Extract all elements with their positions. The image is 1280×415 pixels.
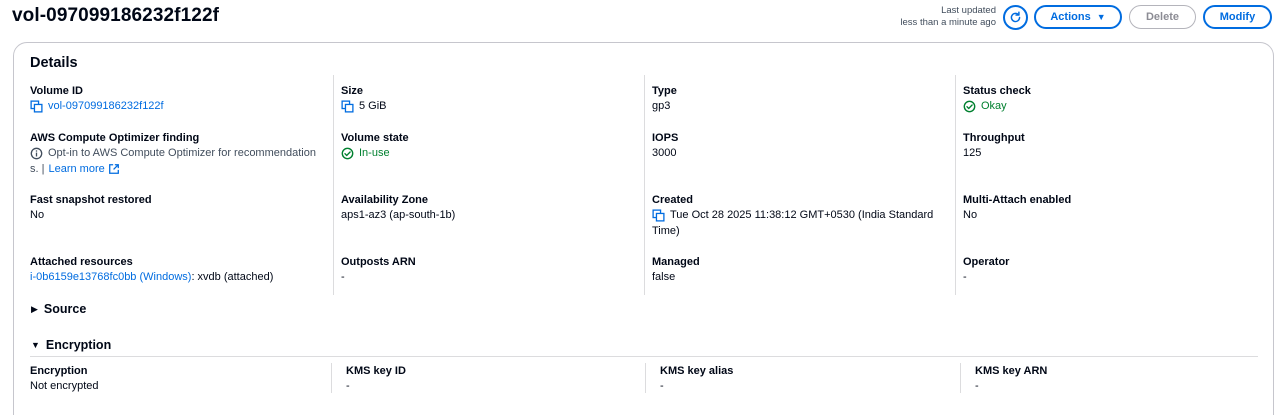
operator-label: Operator (963, 256, 1010, 268)
info-icon (30, 147, 44, 161)
kms-key-arn-field: KMS key ARN - (975, 364, 1275, 395)
copy-icon[interactable] (652, 209, 666, 223)
source-toggle[interactable]: ▶ Source (31, 302, 86, 316)
column-divider (644, 75, 645, 295)
managed-value: false (652, 271, 676, 283)
encryption-label: Encryption (30, 365, 88, 377)
status-check-value: Okay (981, 100, 1007, 112)
refresh-button[interactable] (1003, 5, 1028, 30)
column-divider (331, 363, 332, 393)
type-label: Type (652, 85, 677, 97)
check-circle-icon (341, 147, 355, 161)
availability-zone-label: Availability Zone (341, 194, 429, 206)
optimizer-value-line2: s. | (30, 162, 45, 175)
volume-id-field: Volume ID vol-097099186232f122f (30, 84, 330, 115)
size-value: 5 GiB (359, 100, 387, 112)
last-updated-value: less than a minute ago (900, 17, 996, 28)
encryption-toggle[interactable]: ▼ Encryption (31, 338, 111, 352)
multi-attach-field: Multi-Attach enabled No (963, 193, 1263, 224)
attached-resources-field: Attached resources i-0b6159e13768fc0bb (… (30, 255, 330, 286)
outposts-arn-field: Outposts ARN - (341, 255, 641, 286)
copy-icon[interactable] (30, 100, 44, 114)
encryption-divider (30, 356, 1258, 357)
actions-button[interactable]: Actions ▼ (1034, 5, 1122, 29)
created-field: Created Tue Oct 28 2025 11:38:12 GMT+053… (652, 193, 948, 239)
availability-zone-field: Availability Zone aps1-az3 (ap-south-1b) (341, 193, 641, 224)
throughput-value: 125 (963, 147, 982, 159)
optimizer-label: AWS Compute Optimizer finding (30, 132, 200, 144)
page-title: vol-097099186232f122f (12, 5, 220, 26)
column-divider (955, 75, 956, 295)
attached-device: : xvdb (attached) (191, 271, 274, 283)
kms-key-arn-label: KMS key ARN (975, 365, 1048, 377)
external-link-icon[interactable] (108, 163, 122, 177)
learn-more-link[interactable]: Learn more (48, 162, 104, 178)
status-check-label: Status check (963, 85, 1031, 97)
type-field: Type gp3 (652, 84, 952, 115)
encryption-value: Not encrypted (30, 380, 99, 392)
outposts-arn-label: Outposts ARN (341, 256, 416, 268)
managed-label: Managed (652, 256, 700, 268)
size-field: Size 5 GiB (341, 84, 641, 115)
column-divider (960, 363, 961, 393)
kms-key-id-value: - (346, 380, 350, 392)
refresh-icon (1010, 11, 1021, 23)
page-header: vol-097099186232f122f Last updated less … (0, 0, 1280, 36)
fast-snapshot-label: Fast snapshot restored (30, 194, 152, 206)
type-value: gp3 (652, 100, 671, 112)
details-title: Details (30, 55, 78, 71)
volume-id-label: Volume ID (30, 85, 83, 97)
kms-key-id-field: KMS key ID - (346, 364, 646, 395)
outposts-arn-value: - (341, 271, 345, 283)
status-check-field: Status check Okay (963, 84, 1263, 115)
fast-snapshot-value: No (30, 209, 45, 221)
caret-right-icon: ▶ (31, 303, 38, 314)
actions-label: Actions (1050, 11, 1091, 23)
kms-key-id-label: KMS key ID (346, 365, 406, 377)
modify-button[interactable]: Modify (1203, 5, 1272, 29)
operator-value: - (963, 271, 967, 283)
attached-resources-label: Attached resources (30, 256, 133, 268)
attached-instance-link[interactable]: i-0b6159e13768fc0bb (Windows) (30, 271, 191, 283)
managed-field: Managed false (652, 255, 952, 286)
multi-attach-value: No (963, 209, 978, 221)
size-label: Size (341, 85, 364, 97)
copy-icon[interactable] (341, 100, 355, 114)
iops-label: IOPS (652, 132, 679, 144)
fast-snapshot-field: Fast snapshot restored No (30, 193, 330, 224)
check-circle-icon (963, 100, 977, 114)
details-panel: Details Volume ID vol-097099186232f122f … (13, 42, 1274, 415)
last-updated-label: Last updated (941, 5, 996, 16)
operator-field: Operator - (963, 255, 1263, 286)
column-divider (333, 75, 334, 295)
multi-attach-label: Multi-Attach enabled (963, 194, 1072, 206)
encryption-section-label: Encryption (45, 338, 112, 352)
source-label: Source (43, 302, 87, 316)
iops-value: 3000 (652, 147, 677, 159)
caret-down-icon: ▼ (1096, 12, 1106, 22)
kms-key-alias-label: KMS key alias (660, 365, 734, 377)
kms-key-alias-field: KMS key alias - (660, 364, 960, 395)
throughput-field: Throughput 125 (963, 131, 1263, 162)
iops-field: IOPS 3000 (652, 131, 952, 162)
delete-button[interactable]: Delete (1129, 5, 1196, 29)
optimizer-field: AWS Compute Optimizer finding Opt-in to … (30, 131, 330, 177)
kms-key-arn-value: - (975, 380, 979, 392)
caret-down-icon: ▼ (31, 340, 40, 350)
volume-state-label: Volume state (341, 132, 409, 144)
last-updated: Last updated less than a minute ago (900, 5, 996, 29)
availability-zone-value: aps1-az3 (ap-south-1b) (341, 209, 456, 221)
kms-key-alias-value: - (660, 380, 664, 392)
throughput-label: Throughput (963, 132, 1025, 144)
volume-state-value: In-use (359, 147, 390, 159)
volume-state-field: Volume state In-use (341, 131, 641, 162)
encryption-field: Encryption Not encrypted (30, 364, 330, 395)
created-label: Created (652, 194, 693, 206)
created-value-line2: Time) (652, 224, 680, 237)
optimizer-value-line1: Opt-in to AWS Compute Optimizer for reco… (48, 147, 316, 159)
created-value-line1: Tue Oct 28 2025 11:38:12 GMT+0530 (India… (670, 209, 934, 221)
volume-id-value: vol-097099186232f122f (48, 100, 164, 112)
